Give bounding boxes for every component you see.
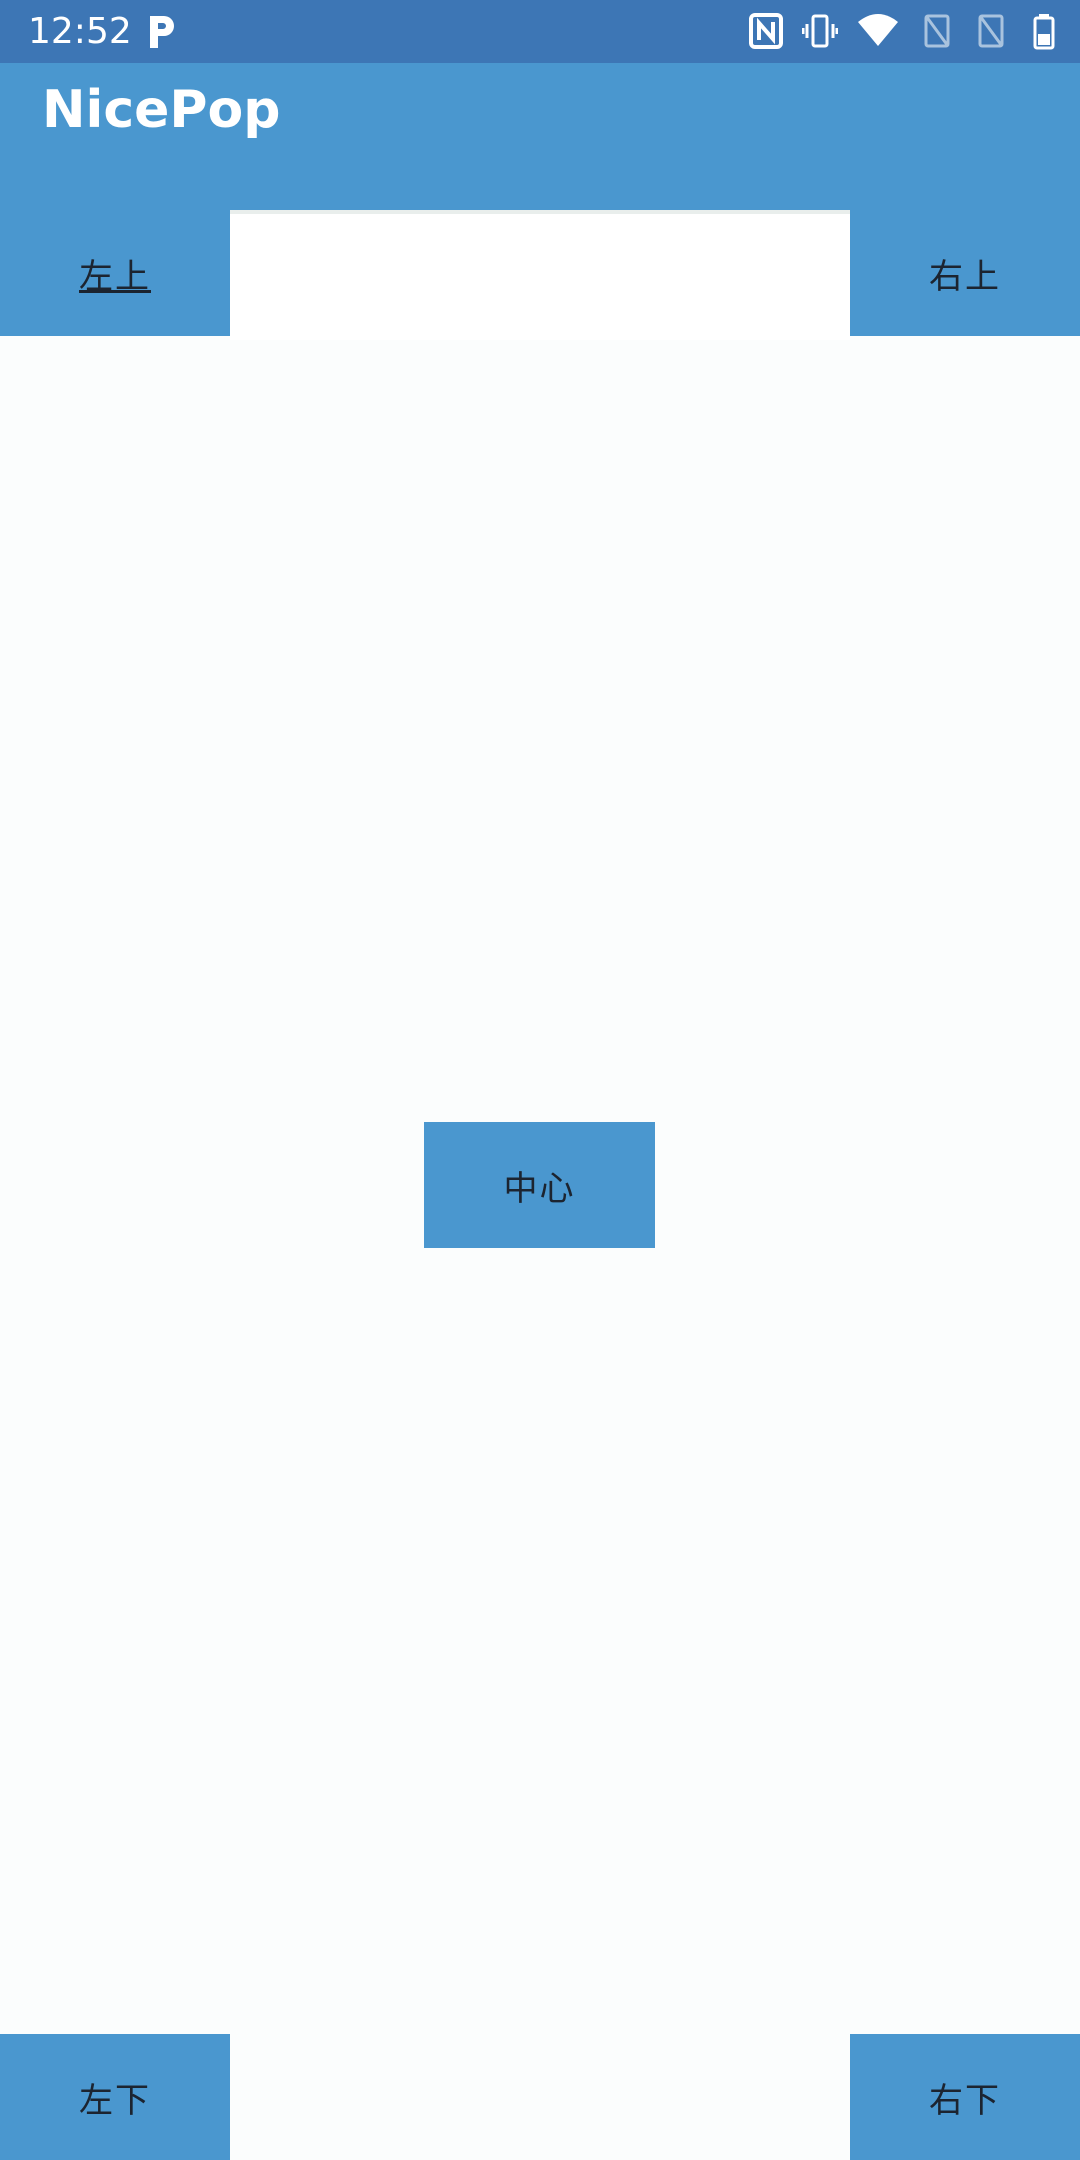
status-bar: 12:52 [0,0,1080,63]
top-left-button[interactable]: 左上 [0,210,230,336]
app-title: NicePop [42,80,281,140]
top-spacer [230,210,850,340]
wifi-icon [858,14,898,46]
nfc-icon [749,13,783,49]
top-left-label: 左上 [79,256,151,297]
sim2-icon [978,14,1004,48]
bottom-right-label: 右下 [929,2080,1001,2121]
bottom-left-label: 左下 [79,2080,151,2121]
bottom-left-button[interactable]: 左下 [0,2034,230,2160]
bottom-right-button[interactable]: 右下 [850,2034,1080,2160]
center-button[interactable]: 中心 [424,1122,655,1248]
status-icons [748,12,1062,50]
parking-icon [150,16,174,48]
sim1-icon [924,14,950,48]
top-right-label: 右上 [929,256,1001,297]
vibrate-icon [802,14,838,48]
center-label: 中心 [503,1168,576,1209]
status-time: 12:52 [28,11,132,52]
top-right-button[interactable]: 右上 [850,210,1080,336]
battery-icon [1033,14,1055,50]
